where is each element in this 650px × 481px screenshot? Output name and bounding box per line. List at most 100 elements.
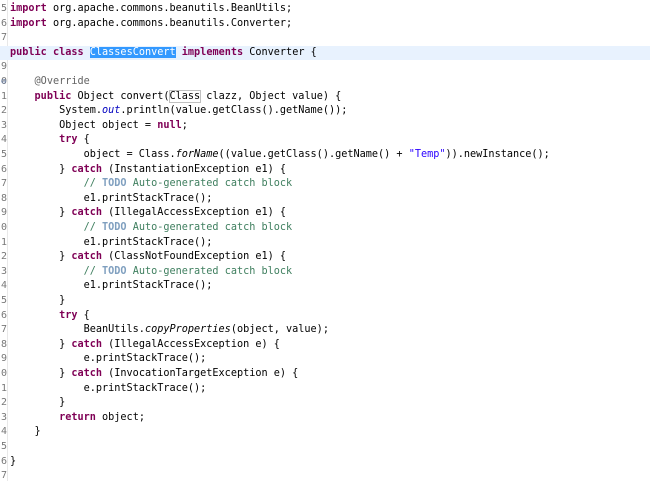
code-line[interactable]: BeanUtils.copyProperties(object, value); <box>0 323 650 338</box>
code-line[interactable]: e1.printStackTrace(); <box>0 279 650 294</box>
code-token: Object convert( <box>71 90 170 102</box>
code-token: } <box>10 455 17 467</box>
code-token: Auto-generated catch block <box>126 178 293 190</box>
code-line[interactable]: } catch (IllegalAccessException e1) { <box>0 206 650 221</box>
code-line-text: import org.apache.commons.beanutils.Bean… <box>10 2 292 17</box>
code-line-text: BeanUtils.copyProperties(object, value); <box>10 323 329 338</box>
code-token: } <box>10 426 41 438</box>
code-token: try <box>59 134 78 146</box>
code-line[interactable]: import org.apache.commons.beanutils.Conv… <box>0 17 650 32</box>
code-line[interactable]: e.printStackTrace(); <box>0 352 650 367</box>
code-line-text: try { <box>10 133 90 148</box>
code-token: implements <box>181 46 244 58</box>
code-line[interactable]: return object; <box>0 411 650 426</box>
code-line-text: public class ClassesConvert implements C… <box>10 46 317 61</box>
code-token: org.apache.commons.beanutils.BeanUtils; <box>46 3 293 14</box>
fold-collapse-icon[interactable]: ⊖ <box>1 75 6 90</box>
code-token: e.printStackTrace(); <box>10 382 207 394</box>
code-line[interactable]: e.printStackTrace(); <box>0 382 650 397</box>
code-line[interactable]: } catch (ClassNotFoundException e1) { <box>0 250 650 265</box>
code-token: Object object = <box>10 119 158 131</box>
code-token: // <box>83 265 103 277</box>
code-token: TODO <box>102 178 127 190</box>
code-token: } <box>10 338 72 350</box>
code-line[interactable]: } catch (InvocationTargetException e) { <box>0 367 650 382</box>
code-token: catch <box>71 338 103 350</box>
code-line[interactable] <box>0 31 650 46</box>
code-line[interactable]: Object object = null; <box>0 119 650 134</box>
code-token: TODO <box>102 265 127 277</box>
code-line-text: } catch (IllegalAccessException e) { <box>10 338 280 353</box>
code-line[interactable]: object = Class.forName((value.getClass()… <box>0 148 650 163</box>
code-token: "Temp" <box>408 149 446 160</box>
code-line-text: } catch (InstantiationException e1) { <box>10 163 286 178</box>
code-token: class <box>52 46 84 58</box>
code-line-text: return object; <box>10 411 145 426</box>
code-line[interactable]: } catch (IllegalAccessException e) { <box>0 338 650 353</box>
code-token: e1.printStackTrace(); <box>10 236 213 248</box>
code-token: Class <box>168 89 202 103</box>
code-line[interactable]: // TODO Auto-generated catch block <box>0 221 650 236</box>
code-token: object; <box>95 411 145 423</box>
code-line[interactable]: System.out.println(value.getClass().getN… <box>0 104 650 119</box>
code-line[interactable]: public class ClassesConvert implements C… <box>0 45 650 61</box>
code-token: public <box>10 46 47 58</box>
code-line[interactable]: } catch (InstantiationException e1) { <box>0 163 650 178</box>
code-line-text: e1.printStackTrace(); <box>10 279 213 294</box>
code-line-text: e.printStackTrace(); <box>10 352 207 367</box>
code-token: forName <box>175 149 219 160</box>
code-line-text: } <box>10 294 65 309</box>
code-line[interactable] <box>0 469 650 481</box>
code-line[interactable]: e1.printStackTrace(); <box>0 192 650 207</box>
code-line-text: Object object = null; <box>10 119 188 134</box>
code-token: } <box>10 397 66 409</box>
code-line[interactable]: try { <box>0 133 650 148</box>
code-line[interactable]: import org.apache.commons.beanutils.Bean… <box>0 2 650 17</box>
code-token: // <box>83 222 103 233</box>
code-token: null <box>157 119 182 131</box>
code-token: Auto-generated catch block <box>126 265 293 277</box>
code-line-text: System.out.println(value.getClass().getN… <box>10 104 347 119</box>
code-token: ; <box>181 119 188 131</box>
code-line[interactable] <box>0 440 650 455</box>
code-token: catch <box>71 368 103 379</box>
code-line-text: e1.printStackTrace(); <box>10 236 213 251</box>
code-line-text: // TODO Auto-generated catch block <box>10 265 293 280</box>
code-line-text: public Object convert(Class clazz, Objec… <box>10 89 341 105</box>
code-token: catch <box>71 207 103 219</box>
code-token: } <box>10 295 66 306</box>
code-line[interactable]: } <box>0 425 650 440</box>
code-line-text: } catch (IllegalAccessException e1) { <box>10 206 286 221</box>
code-line-text: } catch (InvocationTargetException e) { <box>10 367 298 382</box>
code-token: (IllegalAccessException e1) { <box>102 207 287 219</box>
code-token: } <box>10 368 72 379</box>
code-line[interactable]: // TODO Auto-generated catch block <box>0 265 650 280</box>
code-editor[interactable]: 567890123456789012345678901234567 import… <box>0 0 650 481</box>
code-token: copyProperties <box>144 324 231 336</box>
code-line[interactable]: e1.printStackTrace(); <box>0 236 650 251</box>
code-line-text: } <box>10 455 16 470</box>
code-line-text: } catch (ClassNotFoundException e1) { <box>10 250 286 265</box>
code-token: Converter { <box>243 46 317 58</box>
code-line[interactable]: public Object convert(Class clazz, Objec… <box>0 89 650 105</box>
code-line[interactable] <box>0 60 650 75</box>
code-token: System. <box>10 105 103 117</box>
code-line[interactable]: } <box>0 455 650 470</box>
code-line[interactable]: @Override <box>0 75 650 90</box>
code-line[interactable]: } <box>0 396 650 411</box>
code-line[interactable]: // TODO Auto-generated catch block <box>0 177 650 192</box>
code-line[interactable]: } <box>0 294 650 309</box>
code-area[interactable]: import org.apache.commons.beanutils.Bean… <box>0 0 650 481</box>
code-token: (object, value); <box>230 324 329 336</box>
code-line-text: // TODO Auto-generated catch block <box>10 177 293 192</box>
code-token: e1.printStackTrace(); <box>10 280 213 292</box>
code-line-text: // TODO Auto-generated catch block <box>10 221 293 236</box>
code-line[interactable]: try { <box>0 309 650 324</box>
code-token: import <box>10 3 47 14</box>
